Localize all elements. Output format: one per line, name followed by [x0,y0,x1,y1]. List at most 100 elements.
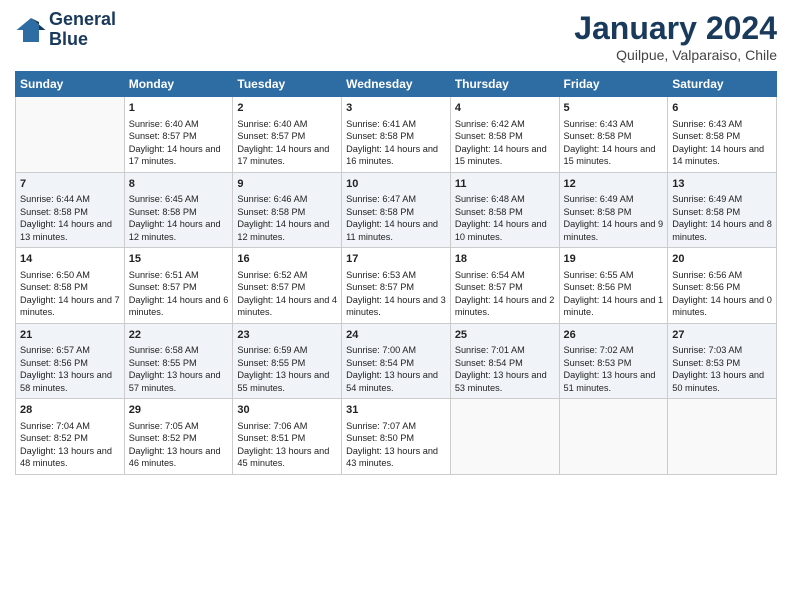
sunset-text: Sunset: 8:53 PM [672,357,772,369]
week-row-1: 7 Sunrise: 6:44 AM Sunset: 8:58 PM Dayli… [16,172,777,248]
sub-title: Quilpue, Valparaiso, Chile [574,47,777,63]
day-number: 28 [20,403,120,418]
day-number: 24 [346,328,446,343]
cell-w3-d2: 23 Sunrise: 6:59 AM Sunset: 8:55 PM Dayl… [233,323,342,399]
day-number: 6 [672,101,772,116]
cell-w1-d2: 9 Sunrise: 6:46 AM Sunset: 8:58 PM Dayli… [233,172,342,248]
sunrise-text: Sunrise: 6:53 AM [346,269,446,281]
daylight-text: Daylight: 14 hours and 4 minutes. [237,294,337,319]
day-number: 27 [672,328,772,343]
day-number: 9 [237,177,337,192]
sunset-text: Sunset: 8:58 PM [455,206,555,218]
col-wednesday: Wednesday [342,72,451,97]
col-tuesday: Tuesday [233,72,342,97]
cell-w0-d4: 4 Sunrise: 6:42 AM Sunset: 8:58 PM Dayli… [450,97,559,173]
day-number: 18 [455,252,555,267]
sunrise-text: Sunrise: 7:05 AM [129,420,229,432]
sunrise-text: Sunrise: 6:50 AM [20,269,120,281]
cell-w1-d5: 12 Sunrise: 6:49 AM Sunset: 8:58 PM Dayl… [559,172,668,248]
day-number: 17 [346,252,446,267]
cell-w0-d3: 3 Sunrise: 6:41 AM Sunset: 8:58 PM Dayli… [342,97,451,173]
logo-icon [15,14,47,46]
sunset-text: Sunset: 8:58 PM [564,206,664,218]
daylight-text: Daylight: 14 hours and 15 minutes. [455,143,555,168]
day-number: 20 [672,252,772,267]
day-number: 15 [129,252,229,267]
sunrise-text: Sunrise: 6:49 AM [672,193,772,205]
cell-w0-d5: 5 Sunrise: 6:43 AM Sunset: 8:58 PM Dayli… [559,97,668,173]
daylight-text: Daylight: 14 hours and 17 minutes. [129,143,229,168]
col-saturday: Saturday [668,72,777,97]
daylight-text: Daylight: 14 hours and 12 minutes. [237,218,337,243]
sunset-text: Sunset: 8:54 PM [346,357,446,369]
daylight-text: Daylight: 14 hours and 6 minutes. [129,294,229,319]
cell-w4-d2: 30 Sunrise: 7:06 AM Sunset: 8:51 PM Dayl… [233,399,342,475]
daylight-text: Daylight: 13 hours and 48 minutes. [20,445,120,470]
cell-w4-d0: 28 Sunrise: 7:04 AM Sunset: 8:52 PM Dayl… [16,399,125,475]
sunset-text: Sunset: 8:57 PM [346,281,446,293]
daylight-text: Daylight: 13 hours and 50 minutes. [672,369,772,394]
daylight-text: Daylight: 14 hours and 14 minutes. [672,143,772,168]
sunrise-text: Sunrise: 6:57 AM [20,344,120,356]
day-number: 1 [129,101,229,116]
sunset-text: Sunset: 8:57 PM [237,281,337,293]
daylight-text: Daylight: 14 hours and 15 minutes. [564,143,664,168]
sunset-text: Sunset: 8:58 PM [237,206,337,218]
cell-w3-d1: 22 Sunrise: 6:58 AM Sunset: 8:55 PM Dayl… [124,323,233,399]
cell-w1-d1: 8 Sunrise: 6:45 AM Sunset: 8:58 PM Dayli… [124,172,233,248]
sunset-text: Sunset: 8:57 PM [129,281,229,293]
sunset-text: Sunset: 8:58 PM [20,281,120,293]
day-number: 19 [564,252,664,267]
daylight-text: Daylight: 14 hours and 7 minutes. [20,294,120,319]
sunset-text: Sunset: 8:58 PM [672,206,772,218]
cell-w1-d4: 11 Sunrise: 6:48 AM Sunset: 8:58 PM Dayl… [450,172,559,248]
day-number: 10 [346,177,446,192]
col-thursday: Thursday [450,72,559,97]
sunrise-text: Sunrise: 6:41 AM [346,118,446,130]
sunset-text: Sunset: 8:55 PM [237,357,337,369]
cell-w4-d3: 31 Sunrise: 7:07 AM Sunset: 8:50 PM Dayl… [342,399,451,475]
day-number: 3 [346,101,446,116]
cell-w2-d6: 20 Sunrise: 6:56 AM Sunset: 8:56 PM Dayl… [668,248,777,324]
cell-w3-d5: 26 Sunrise: 7:02 AM Sunset: 8:53 PM Dayl… [559,323,668,399]
daylight-text: Daylight: 14 hours and 8 minutes. [672,218,772,243]
page: General Blue January 2024 Quilpue, Valpa… [0,0,792,612]
cell-w3-d3: 24 Sunrise: 7:00 AM Sunset: 8:54 PM Dayl… [342,323,451,399]
logo: General Blue [15,10,116,50]
sunset-text: Sunset: 8:54 PM [455,357,555,369]
daylight-text: Daylight: 14 hours and 9 minutes. [564,218,664,243]
daylight-text: Daylight: 13 hours and 57 minutes. [129,369,229,394]
cell-w4-d1: 29 Sunrise: 7:05 AM Sunset: 8:52 PM Dayl… [124,399,233,475]
cell-w3-d6: 27 Sunrise: 7:03 AM Sunset: 8:53 PM Dayl… [668,323,777,399]
daylight-text: Daylight: 14 hours and 1 minute. [564,294,664,319]
sunset-text: Sunset: 8:51 PM [237,432,337,444]
sunrise-text: Sunrise: 7:06 AM [237,420,337,432]
sunrise-text: Sunrise: 6:54 AM [455,269,555,281]
sunset-text: Sunset: 8:57 PM [129,130,229,142]
week-row-4: 28 Sunrise: 7:04 AM Sunset: 8:52 PM Dayl… [16,399,777,475]
cell-w2-d3: 17 Sunrise: 6:53 AM Sunset: 8:57 PM Dayl… [342,248,451,324]
sunrise-text: Sunrise: 6:48 AM [455,193,555,205]
cell-w1-d3: 10 Sunrise: 6:47 AM Sunset: 8:58 PM Dayl… [342,172,451,248]
sunrise-text: Sunrise: 6:43 AM [564,118,664,130]
cell-w1-d6: 13 Sunrise: 6:49 AM Sunset: 8:58 PM Dayl… [668,172,777,248]
sunrise-text: Sunrise: 7:02 AM [564,344,664,356]
day-number: 8 [129,177,229,192]
daylight-text: Daylight: 14 hours and 2 minutes. [455,294,555,319]
day-number: 11 [455,177,555,192]
cell-w4-d5 [559,399,668,475]
day-number: 5 [564,101,664,116]
daylight-text: Daylight: 14 hours and 17 minutes. [237,143,337,168]
cell-w0-d0 [16,97,125,173]
daylight-text: Daylight: 13 hours and 46 minutes. [129,445,229,470]
sunrise-text: Sunrise: 6:44 AM [20,193,120,205]
daylight-text: Daylight: 14 hours and 3 minutes. [346,294,446,319]
sunrise-text: Sunrise: 6:40 AM [129,118,229,130]
title-block: January 2024 Quilpue, Valparaiso, Chile [574,10,777,63]
day-number: 21 [20,328,120,343]
day-number: 22 [129,328,229,343]
sunrise-text: Sunrise: 6:49 AM [564,193,664,205]
sunrise-text: Sunrise: 6:51 AM [129,269,229,281]
cell-w1-d0: 7 Sunrise: 6:44 AM Sunset: 8:58 PM Dayli… [16,172,125,248]
sunset-text: Sunset: 8:58 PM [129,206,229,218]
